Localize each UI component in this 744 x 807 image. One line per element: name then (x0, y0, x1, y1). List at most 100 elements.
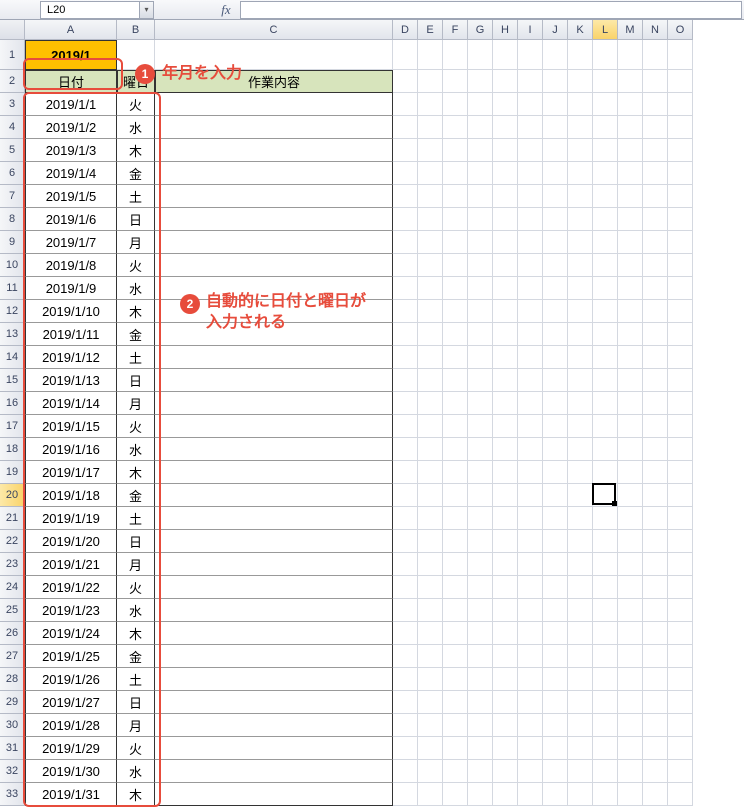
cell-K11[interactable] (568, 277, 593, 300)
cell-J16[interactable] (543, 392, 568, 415)
cell-H8[interactable] (493, 208, 518, 231)
cell-K33[interactable] (568, 783, 593, 806)
cell-A24[interactable]: 2019/1/22 (25, 576, 117, 599)
cell-K8[interactable] (568, 208, 593, 231)
cell-N11[interactable] (643, 277, 668, 300)
cell-C21[interactable] (155, 507, 393, 530)
cell-I9[interactable] (518, 231, 543, 254)
col-header-G[interactable]: G (468, 20, 493, 40)
cell-K12[interactable] (568, 300, 593, 323)
cell-O22[interactable] (668, 530, 693, 553)
cell-I1[interactable] (518, 40, 543, 70)
cell-C9[interactable] (155, 231, 393, 254)
row-header-3[interactable]: 3 (0, 93, 25, 116)
cell-O28[interactable] (668, 668, 693, 691)
cell-K30[interactable] (568, 714, 593, 737)
cell-M9[interactable] (618, 231, 643, 254)
cell-L30[interactable] (593, 714, 618, 737)
cell-A31[interactable]: 2019/1/29 (25, 737, 117, 760)
cell-L13[interactable] (593, 323, 618, 346)
cell-E21[interactable] (418, 507, 443, 530)
cell-O7[interactable] (668, 185, 693, 208)
cell-G7[interactable] (468, 185, 493, 208)
row-header-18[interactable]: 18 (0, 438, 25, 461)
cell-A25[interactable]: 2019/1/23 (25, 599, 117, 622)
cell-B21[interactable]: 土 (117, 507, 155, 530)
cell-G25[interactable] (468, 599, 493, 622)
cell-C14[interactable] (155, 346, 393, 369)
cell-D9[interactable] (393, 231, 418, 254)
cell-C26[interactable] (155, 622, 393, 645)
cell-I27[interactable] (518, 645, 543, 668)
cell-H2[interactable] (493, 70, 518, 93)
cell-C6[interactable] (155, 162, 393, 185)
cell-B18[interactable]: 水 (117, 438, 155, 461)
cell-D28[interactable] (393, 668, 418, 691)
cell-N30[interactable] (643, 714, 668, 737)
cell-M18[interactable] (618, 438, 643, 461)
cell-E10[interactable] (418, 254, 443, 277)
cell-G2[interactable] (468, 70, 493, 93)
cell-C4[interactable] (155, 116, 393, 139)
cell-C27[interactable] (155, 645, 393, 668)
cell-K16[interactable] (568, 392, 593, 415)
row-header-2[interactable]: 2 (0, 70, 25, 93)
cell-I16[interactable] (518, 392, 543, 415)
cell-J15[interactable] (543, 369, 568, 392)
row-header-16[interactable]: 16 (0, 392, 25, 415)
col-header-J[interactable]: J (543, 20, 568, 40)
cell-L10[interactable] (593, 254, 618, 277)
cell-L14[interactable] (593, 346, 618, 369)
cell-L20[interactable] (593, 484, 618, 507)
cell-N10[interactable] (643, 254, 668, 277)
cell-C33[interactable] (155, 783, 393, 806)
cell-G9[interactable] (468, 231, 493, 254)
cell-I14[interactable] (518, 346, 543, 369)
cell-I31[interactable] (518, 737, 543, 760)
cell-I20[interactable] (518, 484, 543, 507)
cell-C11[interactable] (155, 277, 393, 300)
row-header-22[interactable]: 22 (0, 530, 25, 553)
cell-E3[interactable] (418, 93, 443, 116)
name-box[interactable]: L20 (40, 1, 140, 19)
cell-O17[interactable] (668, 415, 693, 438)
cell-J14[interactable] (543, 346, 568, 369)
cell-H17[interactable] (493, 415, 518, 438)
cell-N9[interactable] (643, 231, 668, 254)
cell-M32[interactable] (618, 760, 643, 783)
row-header-13[interactable]: 13 (0, 323, 25, 346)
cell-D12[interactable] (393, 300, 418, 323)
cell-M2[interactable] (618, 70, 643, 93)
cell-E33[interactable] (418, 783, 443, 806)
cell-M21[interactable] (618, 507, 643, 530)
cell-F11[interactable] (443, 277, 468, 300)
cell-D29[interactable] (393, 691, 418, 714)
cell-J8[interactable] (543, 208, 568, 231)
cell-H13[interactable] (493, 323, 518, 346)
cell-I6[interactable] (518, 162, 543, 185)
cell-I29[interactable] (518, 691, 543, 714)
cell-N18[interactable] (643, 438, 668, 461)
cell-N32[interactable] (643, 760, 668, 783)
cell-D22[interactable] (393, 530, 418, 553)
cell-D5[interactable] (393, 139, 418, 162)
cell-A32[interactable]: 2019/1/30 (25, 760, 117, 783)
cell-B10[interactable]: 火 (117, 254, 155, 277)
cell-F33[interactable] (443, 783, 468, 806)
cell-M20[interactable] (618, 484, 643, 507)
cell-A20[interactable]: 2019/1/18 (25, 484, 117, 507)
cell-O26[interactable] (668, 622, 693, 645)
cell-D27[interactable] (393, 645, 418, 668)
cell-H14[interactable] (493, 346, 518, 369)
cell-J20[interactable] (543, 484, 568, 507)
cell-A9[interactable]: 2019/1/7 (25, 231, 117, 254)
cell-D18[interactable] (393, 438, 418, 461)
cell-G3[interactable] (468, 93, 493, 116)
cell-M4[interactable] (618, 116, 643, 139)
cell-M10[interactable] (618, 254, 643, 277)
cell-K19[interactable] (568, 461, 593, 484)
cell-A10[interactable]: 2019/1/8 (25, 254, 117, 277)
cell-G27[interactable] (468, 645, 493, 668)
col-header-K[interactable]: K (568, 20, 593, 40)
cell-H16[interactable] (493, 392, 518, 415)
